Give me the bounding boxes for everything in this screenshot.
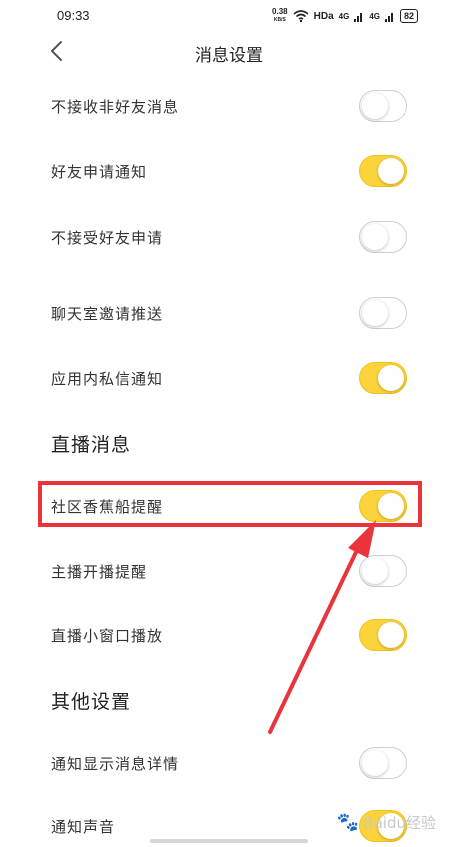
section-title-live: 直播消息 [51,434,132,456]
signal-1-icon [354,12,363,22]
toggle-switch[interactable] [359,747,407,779]
setting-row-live-mini-window: 直播小窗口播放 [0,615,458,655]
toggle-switch[interactable] [359,619,407,651]
network-speed: 0.38 KB/S [272,8,288,24]
network-speed-unit: KB/S [273,17,286,23]
toggle-switch[interactable] [359,221,407,253]
toggle-switch[interactable] [359,90,407,122]
setting-row-chatroom-invite-push: 聊天室邀请推送 [0,293,458,333]
toggle-knob [378,365,404,391]
toggle-knob [362,224,388,250]
nav-bar: 消息设置 [0,32,458,72]
signal-1-label: 4G [338,11,350,21]
setting-label: 不接收非好友消息 [51,98,180,116]
toggle-switch[interactable] [359,362,407,394]
annotation-arrow [268,520,376,734]
setting-label: 通知显示消息详情 [51,755,180,773]
toggle-knob [362,93,388,119]
status-bar: 09:33 0.38 KB/S HDa 4G 4G 82 [0,0,458,32]
toggle-switch[interactable] [359,297,407,329]
setting-row-reject-nonfriend-messages: 不接收非好友消息 [0,86,458,126]
section-title-other: 其他设置 [51,691,132,713]
setting-row-show-message-details: 通知显示消息详情 [0,743,458,783]
setting-label: 主播开播提醒 [51,563,148,581]
toggle-switch[interactable] [359,555,407,587]
toggle-knob [362,300,388,326]
setting-row-in-app-dm-notify: 应用内私信通知 [0,358,458,398]
setting-row-streamer-live-reminder: 主播开播提醒 [0,551,458,591]
signal-2-label: 4G [369,11,380,21]
toggle-knob [362,750,388,776]
setting-label: 通知声音 [51,818,116,836]
setting-row-reject-friend-requests: 不接受好友申请 [0,217,458,257]
hd-indicator: HDa [313,10,334,22]
page-title: 消息设置 [195,46,263,66]
paw-icon: 🐾 [336,812,360,833]
toggle-knob [362,558,388,584]
signal-2-icon [384,12,393,22]
status-time: 09:33 [57,8,90,23]
highlight-box [38,481,422,527]
network-speed-value: 0.38 [272,7,288,16]
setting-label: 聊天室邀请推送 [51,305,164,323]
battery-indicator: 82 [399,9,418,23]
setting-label: 不接受好友申请 [51,229,164,247]
setting-row-friend-request-notify: 好友申请通知 [0,151,458,191]
toggle-switch[interactable] [359,155,407,187]
status-icons: 0.38 KB/S HDa 4G 4G 82 [272,6,418,26]
toggle-knob [378,622,404,648]
wifi-icon [293,10,309,22]
toggle-knob [378,158,404,184]
watermark-text: Baidu经验 [363,814,436,832]
setting-label: 直播小窗口播放 [51,627,164,645]
setting-label: 应用内私信通知 [51,370,164,388]
watermark: 🐾 Baidu经验 [337,812,436,833]
gesture-bar [150,839,308,843]
setting-label: 好友申请通知 [51,163,148,181]
